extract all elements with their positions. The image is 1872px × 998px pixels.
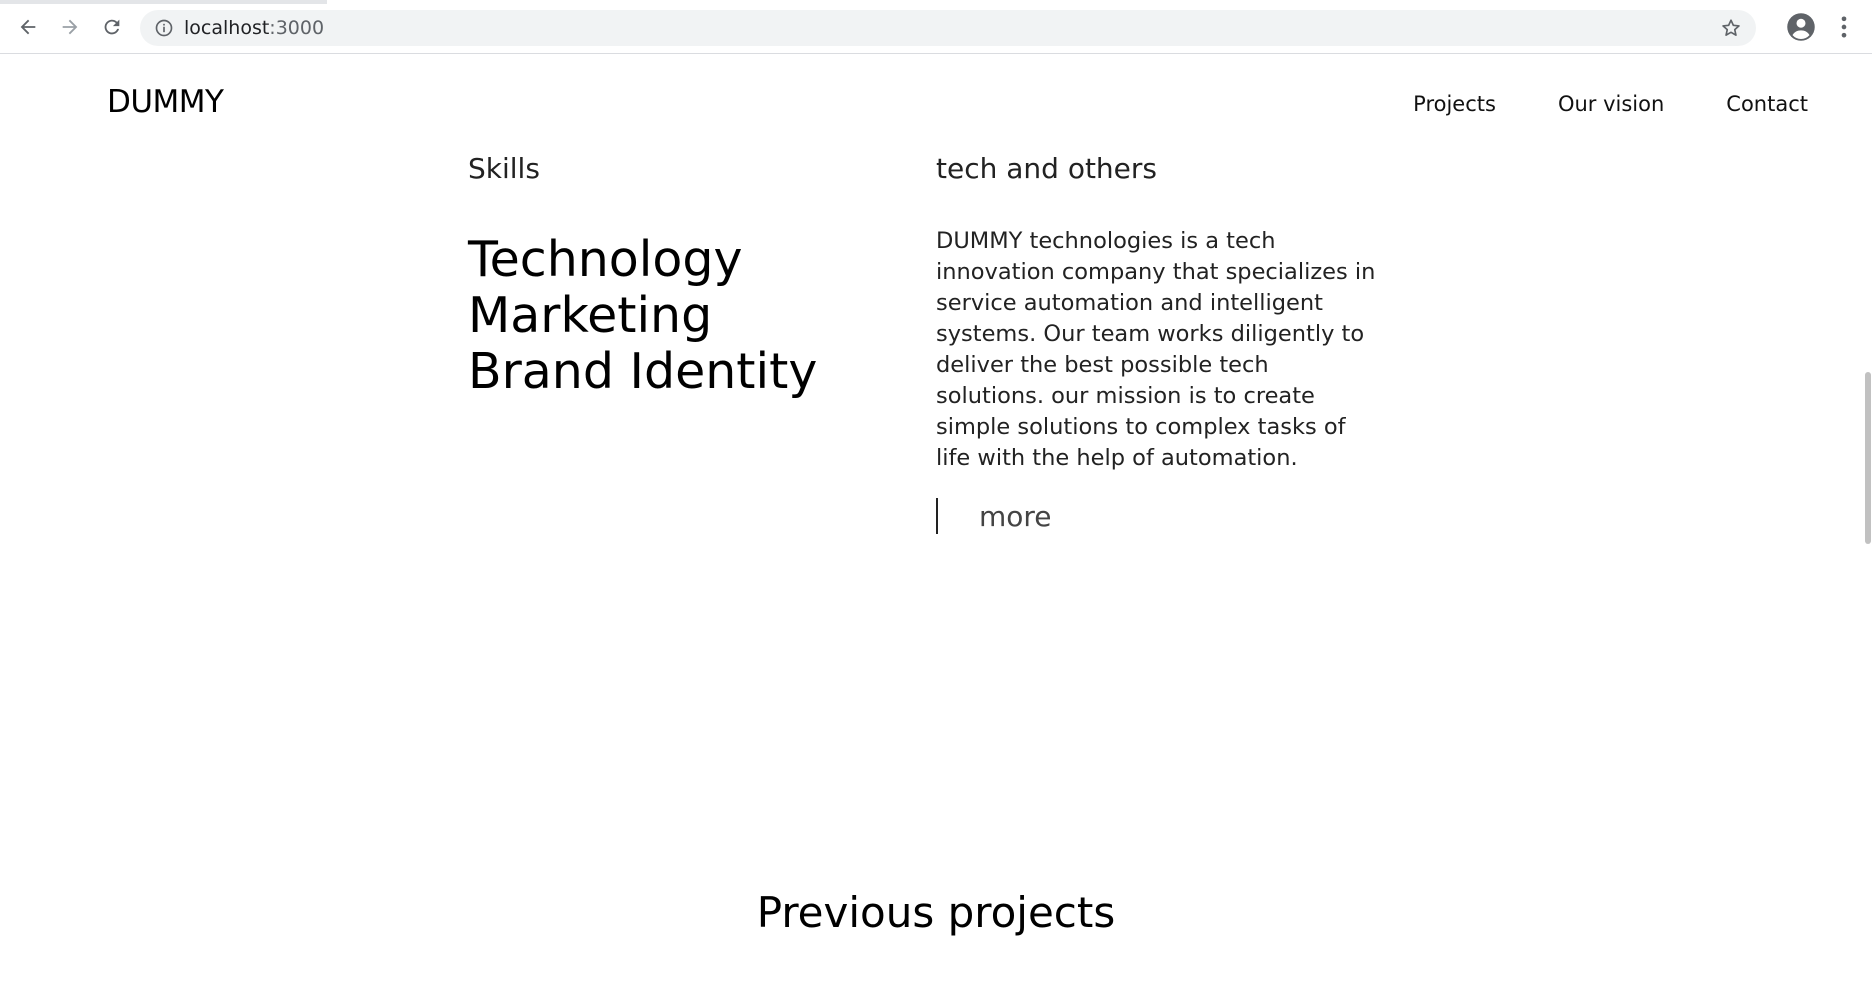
skill-item-technology: Technology <box>468 231 743 288</box>
kebab-menu-icon[interactable] <box>1830 12 1858 42</box>
about-title: tech and others <box>936 152 1158 185</box>
previous-projects-heading: Previous projects <box>756 888 1116 937</box>
back-arrow-icon <box>20 19 36 35</box>
back-button[interactable] <box>10 10 46 44</box>
reload-icon <box>104 19 120 35</box>
reload-button[interactable] <box>94 10 130 44</box>
url-text: localhost:3000 <box>184 18 324 38</box>
skill-item-brand-identity: Brand Identity <box>468 343 818 400</box>
profile-icon[interactable] <box>1786 12 1816 42</box>
address-bar[interactable]: localhost:3000 <box>140 10 1756 46</box>
about-description: DUMMY technologies is a tech innovation … <box>936 228 1376 471</box>
loading-bar <box>0 0 327 4</box>
nav-our-vision-link[interactable]: Our vision <box>1558 92 1664 116</box>
more-link[interactable]: more <box>936 498 1052 534</box>
url-port: :3000 <box>269 17 325 39</box>
skills-heading: Skills <box>468 152 540 185</box>
nav-contact-link[interactable]: Contact <box>1726 92 1808 116</box>
browser-toolbar: localhost:3000 <box>0 0 1872 54</box>
skill-item-marketing: Marketing <box>468 287 713 344</box>
star-icon[interactable] <box>1720 17 1742 39</box>
scrollbar-thumb[interactable] <box>1865 372 1871 544</box>
nav-projects-link[interactable]: Projects <box>1413 92 1496 116</box>
info-icon[interactable] <box>154 18 174 38</box>
site-logo[interactable]: DUMMY <box>107 84 224 120</box>
forward-button[interactable] <box>52 10 88 44</box>
page-scrollbar[interactable] <box>1864 54 1872 998</box>
site-nav: Projects Our vision Contact <box>1413 92 1808 116</box>
more-link-bar <box>936 498 938 534</box>
forward-arrow-icon <box>62 19 78 35</box>
more-link-label: more <box>979 499 1052 533</box>
skills-list: Technology Marketing Brand Identity <box>468 232 817 400</box>
url-host: localhost <box>184 17 270 39</box>
